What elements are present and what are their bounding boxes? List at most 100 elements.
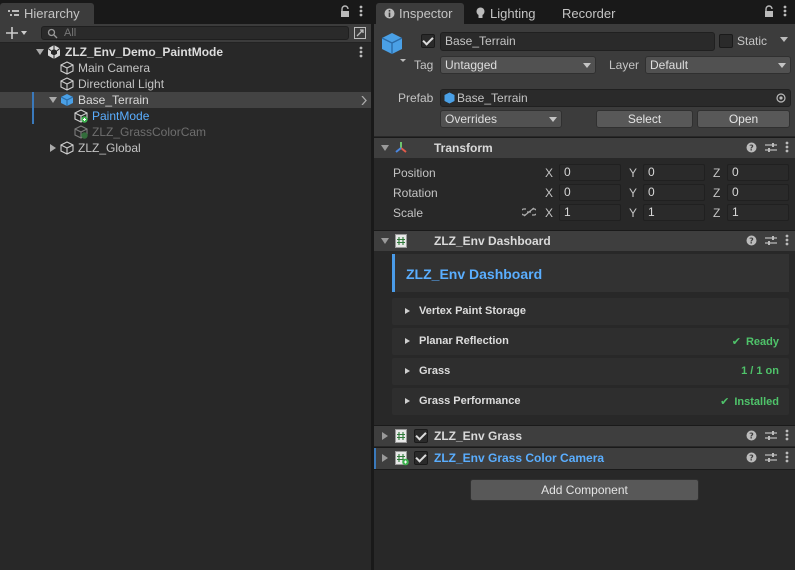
inspector-tab-bar: Inspector Lighting Recorder	[374, 0, 795, 24]
prefab-cube-large-icon[interactable]	[381, 32, 407, 62]
open-button[interactable]: Open	[697, 110, 790, 128]
override-bar	[32, 92, 34, 108]
override-bar	[374, 448, 376, 469]
position-x-field[interactable]: 0	[559, 164, 621, 181]
dashboard-header[interactable]: ZLZ_Env Dashboard ?	[374, 230, 795, 251]
kebab-menu-icon[interactable]	[783, 5, 787, 17]
tab-inspector-label: Inspector	[399, 6, 453, 21]
axis-z-label: Z	[713, 206, 721, 220]
status-ready: ✔ Ready	[732, 335, 779, 348]
grass-header[interactable]: ZLZ_Env Grass ?	[374, 425, 795, 446]
divider	[374, 469, 795, 470]
lightbulb-icon	[476, 7, 485, 19]
hierarchy-toolbar: All	[0, 24, 371, 43]
search-icon	[47, 28, 59, 39]
kebab-menu-icon[interactable]	[785, 141, 789, 153]
scene-visibility-icon[interactable]	[354, 27, 366, 39]
section-grass[interactable]: Grass 1 / 1 on	[392, 358, 789, 385]
rotation-z-field[interactable]: 0	[727, 184, 789, 201]
transform-header[interactable]: Transform ?	[374, 137, 795, 158]
rotation-y-field[interactable]: 0	[643, 184, 705, 201]
add-component-button[interactable]: Add Component	[470, 479, 699, 501]
section-label: Planar Reflection	[419, 335, 509, 347]
tab-inspector[interactable]: Inspector	[376, 3, 464, 24]
section-grass-performance[interactable]: Grass Performance ✔ Installed	[392, 388, 789, 415]
kebab-menu-icon[interactable]	[359, 5, 363, 17]
tab-recorder[interactable]: Recorder	[562, 3, 615, 24]
tag-dropdown[interactable]: Untagged	[440, 56, 596, 74]
status-text: Installed	[734, 396, 779, 408]
grass-camera-enabled-checkbox[interactable]	[414, 451, 428, 465]
help-icon[interactable]: ?	[746, 142, 757, 153]
constrain-proportions-icon[interactable]	[522, 207, 536, 217]
kebab-menu-icon[interactable]	[785, 429, 789, 441]
gameobject-cube-icon	[60, 141, 74, 155]
tab-lighting[interactable]: Lighting	[476, 3, 536, 24]
svg-text:?: ?	[749, 453, 754, 462]
position-y-field[interactable]: 0	[643, 164, 705, 181]
grass-enabled-checkbox[interactable]	[414, 429, 428, 443]
grass-color-camera-header[interactable]: ZLZ_Env Grass Color Camera ?	[374, 447, 795, 469]
fold-down-icon[interactable]	[381, 145, 389, 151]
scale-x-field[interactable]: 1	[559, 204, 621, 221]
position-z-field[interactable]: 0	[727, 164, 789, 181]
prefab-field[interactable]: Base_Terrain	[440, 89, 791, 107]
object-name-field[interactable]: Base_Terrain	[440, 32, 715, 51]
grass-title: ZLZ_Env Grass	[434, 429, 523, 443]
object-header: Base_Terrain Static Tag Untagged Layer D…	[374, 24, 795, 136]
axis-y-label: Y	[629, 166, 638, 180]
preset-sliders-icon[interactable]	[765, 430, 777, 441]
list-icon	[8, 9, 19, 19]
help-icon[interactable]: ?	[746, 235, 757, 246]
scene-row[interactable]: ZLZ_Env_Demo_PaintMode	[0, 44, 371, 60]
collapsed-arrow-icon[interactable]	[49, 144, 57, 152]
item-label: Directional Light	[78, 77, 165, 91]
tab-hierarchy[interactable]: Hierarchy	[0, 3, 94, 24]
scale-y-field[interactable]: 1	[643, 204, 705, 221]
static-checkbox[interactable]	[719, 34, 733, 48]
transform-title: Transform	[434, 141, 493, 155]
static-dropdown-icon[interactable]	[780, 37, 788, 43]
lock-icon[interactable]	[764, 5, 774, 17]
lock-icon[interactable]	[340, 5, 350, 17]
preset-sliders-icon[interactable]	[765, 142, 777, 153]
section-planar-reflection[interactable]: Planar Reflection ✔ Ready	[392, 328, 789, 355]
kebab-menu-icon[interactable]	[785, 451, 789, 463]
chevron-right-icon[interactable]	[361, 96, 367, 105]
grass-color-camera-title: ZLZ_Env Grass Color Camera	[434, 451, 605, 465]
hierarchy-item[interactable]: PaintMode	[0, 108, 371, 124]
hierarchy-item-selected[interactable]: Base_Terrain	[0, 92, 371, 108]
add-plus-icon[interactable]	[6, 26, 28, 40]
section-vertex-paint-storage[interactable]: Vertex Paint Storage	[392, 298, 789, 325]
preset-sliders-icon[interactable]	[765, 452, 777, 463]
scale-z-field[interactable]: 1	[727, 204, 789, 221]
help-icon[interactable]: ?	[746, 452, 757, 463]
prefab-label: Prefab	[398, 91, 434, 105]
hierarchy-item[interactable]: ZLZ_Global	[0, 140, 371, 156]
prefab-small-icon	[444, 92, 455, 104]
hierarchy-item[interactable]: Directional Light	[0, 76, 371, 92]
fold-right-icon[interactable]	[382, 454, 388, 462]
tab-hierarchy-label: Hierarchy	[24, 6, 80, 21]
hierarchy-item[interactable]: ZLZ_GrassColorCam	[0, 124, 371, 140]
expand-arrow-icon[interactable]	[36, 48, 44, 56]
layer-dropdown[interactable]: Default	[645, 56, 791, 74]
kebab-menu-icon[interactable]	[785, 234, 789, 246]
help-icon[interactable]: ?	[746, 430, 757, 441]
static-label: Static	[737, 34, 768, 48]
overrides-dropdown[interactable]: Overrides	[440, 110, 562, 128]
object-picker-icon[interactable]	[776, 93, 786, 103]
fold-down-icon[interactable]	[381, 238, 389, 244]
active-checkbox[interactable]	[421, 34, 435, 48]
scene-menu-icon[interactable]	[359, 46, 363, 58]
tab-recorder-label: Recorder	[562, 6, 616, 21]
preset-sliders-icon[interactable]	[765, 235, 777, 246]
fold-right-icon[interactable]	[382, 432, 388, 440]
section-label: Grass	[419, 365, 451, 377]
hierarchy-search-input[interactable]: All	[41, 26, 349, 40]
hierarchy-item[interactable]: Main Camera	[0, 60, 371, 76]
rotation-x-field[interactable]: 0	[559, 184, 621, 201]
select-button[interactable]: Select	[596, 110, 693, 128]
expand-arrow-icon[interactable]	[49, 96, 57, 104]
override-bar	[32, 108, 34, 124]
